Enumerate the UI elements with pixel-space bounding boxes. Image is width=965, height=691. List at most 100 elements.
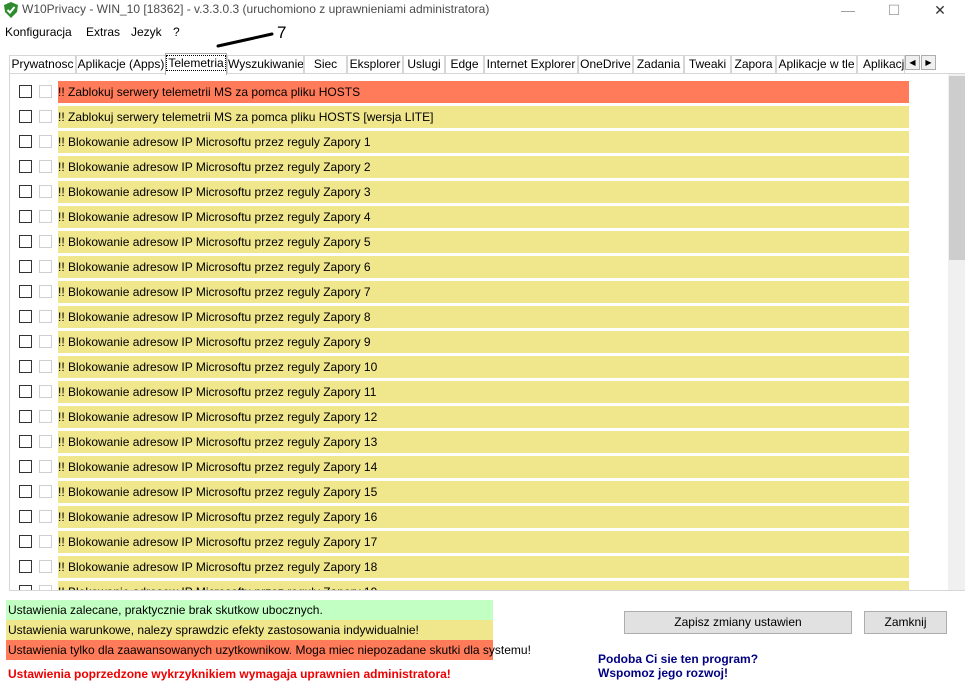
setting-label[interactable]: !! Blokowanie adresow IP Microsoftu prze…: [58, 306, 909, 328]
tab-aplikacje-w-tle[interactable]: Aplikacje w tle: [776, 55, 857, 74]
setting-label[interactable]: !! Blokowanie adresow IP Microsoftu prze…: [58, 406, 909, 428]
setting-checkbox[interactable]: [19, 585, 32, 590]
tab-scroll-right-button[interactable]: ▶: [921, 55, 936, 70]
setting-row[interactable]: !! Blokowanie adresow IP Microsoftu prze…: [10, 531, 950, 553]
setting-label[interactable]: !! Blokowanie adresow IP Microsoftu prze…: [58, 506, 909, 528]
setting-checkbox[interactable]: [19, 85, 32, 98]
support-promo[interactable]: Podoba Ci sie ten program? Wspomoz jego …: [598, 652, 758, 680]
setting-row[interactable]: !! Blokowanie adresow IP Microsoftu prze…: [10, 306, 950, 328]
setting-label[interactable]: !! Blokowanie adresow IP Microsoftu prze…: [58, 481, 909, 503]
tab-tweaki[interactable]: Tweaki: [684, 55, 731, 74]
setting-row[interactable]: !! Blokowanie adresow IP Microsoftu prze…: [10, 481, 950, 503]
save-button[interactable]: Zapisz zmiany ustawien: [624, 611, 852, 634]
close-window-button[interactable]: ✕: [917, 0, 963, 20]
setting-label[interactable]: !! Blokowanie adresow IP Microsoftu prze…: [58, 256, 909, 278]
setting-row[interactable]: !! Blokowanie adresow IP Microsoftu prze…: [10, 281, 950, 303]
setting-row[interactable]: !! Blokowanie adresow IP Microsoftu prze…: [10, 406, 950, 428]
setting-checkbox-secondary[interactable]: [39, 360, 52, 373]
setting-label[interactable]: !! Zablokuj serwery telemetrii MS za pom…: [58, 106, 909, 128]
setting-checkbox-secondary[interactable]: [39, 585, 52, 590]
setting-checkbox[interactable]: [19, 360, 32, 373]
tab-internet-explorer[interactable]: Internet Explorer: [484, 55, 578, 74]
setting-checkbox[interactable]: [19, 335, 32, 348]
tab-uslugi[interactable]: Uslugi: [403, 55, 445, 74]
setting-checkbox-secondary[interactable]: [39, 210, 52, 223]
setting-row[interactable]: !! Blokowanie adresow IP Microsoftu prze…: [10, 331, 950, 353]
setting-row[interactable]: !! Zablokuj serwery telemetrii MS za pom…: [10, 81, 950, 103]
menu-jezyk[interactable]: Jezyk: [131, 25, 162, 39]
setting-row[interactable]: !! Blokowanie adresow IP Microsoftu prze…: [10, 206, 950, 228]
setting-label[interactable]: !! Blokowanie adresow IP Microsoftu prze…: [58, 131, 909, 153]
setting-checkbox[interactable]: [19, 160, 32, 173]
setting-row[interactable]: !! Blokowanie adresow IP Microsoftu prze…: [10, 431, 950, 453]
tab-aplikacje[interactable]: Aplikacje: [857, 55, 905, 74]
setting-label[interactable]: !! Blokowanie adresow IP Microsoftu prze…: [58, 581, 909, 590]
setting-checkbox-secondary[interactable]: [39, 160, 52, 173]
setting-row[interactable]: !! Blokowanie adresow IP Microsoftu prze…: [10, 256, 950, 278]
tab-zadania[interactable]: Zadania: [633, 55, 684, 74]
tab-zapora[interactable]: Zapora: [731, 55, 776, 74]
vertical-scrollbar[interactable]: [948, 74, 965, 590]
setting-checkbox-secondary[interactable]: [39, 285, 52, 298]
setting-row[interactable]: !! Blokowanie adresow IP Microsoftu prze…: [10, 456, 950, 478]
setting-checkbox[interactable]: [19, 185, 32, 198]
setting-checkbox-secondary[interactable]: [39, 310, 52, 323]
setting-checkbox-secondary[interactable]: [39, 485, 52, 498]
setting-checkbox-secondary[interactable]: [39, 235, 52, 248]
setting-checkbox[interactable]: [19, 310, 32, 323]
setting-checkbox-secondary[interactable]: [39, 460, 52, 473]
setting-row[interactable]: !! Blokowanie adresow IP Microsoftu prze…: [10, 231, 950, 253]
tab-scroll-left-button[interactable]: ◀: [905, 55, 920, 70]
tab-aplikacje-apps[interactable]: Aplikacje (Apps): [76, 55, 166, 74]
setting-checkbox[interactable]: [19, 235, 32, 248]
setting-label[interactable]: !! Blokowanie adresow IP Microsoftu prze…: [58, 156, 909, 178]
setting-checkbox[interactable]: [19, 110, 32, 123]
setting-checkbox-secondary[interactable]: [39, 110, 52, 123]
tab-onedrive[interactable]: OneDrive: [578, 55, 633, 74]
setting-label[interactable]: !! Blokowanie adresow IP Microsoftu prze…: [58, 281, 909, 303]
setting-checkbox[interactable]: [19, 535, 32, 548]
tab-edge[interactable]: Edge: [445, 55, 484, 74]
setting-label[interactable]: !! Blokowanie adresow IP Microsoftu prze…: [58, 381, 909, 403]
setting-checkbox-secondary[interactable]: [39, 435, 52, 448]
setting-row[interactable]: !! Blokowanie adresow IP Microsoftu prze…: [10, 556, 950, 578]
setting-checkbox[interactable]: [19, 385, 32, 398]
setting-checkbox-secondary[interactable]: [39, 335, 52, 348]
setting-checkbox-secondary[interactable]: [39, 560, 52, 573]
setting-row[interactable]: !! Blokowanie adresow IP Microsoftu prze…: [10, 581, 950, 590]
setting-checkbox-secondary[interactable]: [39, 185, 52, 198]
setting-row[interactable]: !! Blokowanie adresow IP Microsoftu prze…: [10, 356, 950, 378]
menu-help[interactable]: ?: [173, 25, 180, 39]
tab-eksplorer[interactable]: Eksplorer: [347, 55, 403, 74]
setting-label[interactable]: !! Blokowanie adresow IP Microsoftu prze…: [58, 181, 909, 203]
setting-row[interactable]: !! Blokowanie adresow IP Microsoftu prze…: [10, 506, 950, 528]
setting-label[interactable]: !! Zablokuj serwery telemetrii MS za pom…: [58, 81, 909, 103]
setting-label[interactable]: !! Blokowanie adresow IP Microsoftu prze…: [58, 206, 909, 228]
setting-checkbox[interactable]: [19, 460, 32, 473]
setting-label[interactable]: !! Blokowanie adresow IP Microsoftu prze…: [58, 431, 909, 453]
tab-siec[interactable]: Siec: [304, 55, 347, 74]
promo-line-1[interactable]: Podoba Ci sie ten program?: [598, 652, 758, 666]
scrollbar-thumb[interactable]: [949, 76, 965, 260]
setting-checkbox[interactable]: [19, 485, 32, 498]
close-button[interactable]: Zamknij: [864, 611, 947, 634]
setting-checkbox[interactable]: [19, 435, 32, 448]
setting-checkbox-secondary[interactable]: [39, 410, 52, 423]
setting-checkbox[interactable]: [19, 210, 32, 223]
tab-wyszukiwanie[interactable]: Wyszukiwanie: [227, 55, 304, 74]
setting-label[interactable]: !! Blokowanie adresow IP Microsoftu prze…: [58, 331, 909, 353]
setting-checkbox[interactable]: [19, 135, 32, 148]
setting-checkbox-secondary[interactable]: [39, 535, 52, 548]
setting-row[interactable]: !! Blokowanie adresow IP Microsoftu prze…: [10, 156, 950, 178]
setting-checkbox[interactable]: [19, 260, 32, 273]
setting-label[interactable]: !! Blokowanie adresow IP Microsoftu prze…: [58, 456, 909, 478]
menu-extras[interactable]: Extras: [86, 25, 120, 39]
setting-label[interactable]: !! Blokowanie adresow IP Microsoftu prze…: [58, 531, 909, 553]
promo-line-2[interactable]: Wspomoz jego rozwoj!: [598, 666, 758, 680]
tab-prywatnosc[interactable]: Prywatnosc: [9, 55, 76, 74]
setting-checkbox[interactable]: [19, 285, 32, 298]
setting-checkbox-secondary[interactable]: [39, 260, 52, 273]
setting-label[interactable]: !! Blokowanie adresow IP Microsoftu prze…: [58, 556, 909, 578]
setting-row[interactable]: !! Zablokuj serwery telemetrii MS za pom…: [10, 106, 950, 128]
setting-row[interactable]: !! Blokowanie adresow IP Microsoftu prze…: [10, 181, 950, 203]
